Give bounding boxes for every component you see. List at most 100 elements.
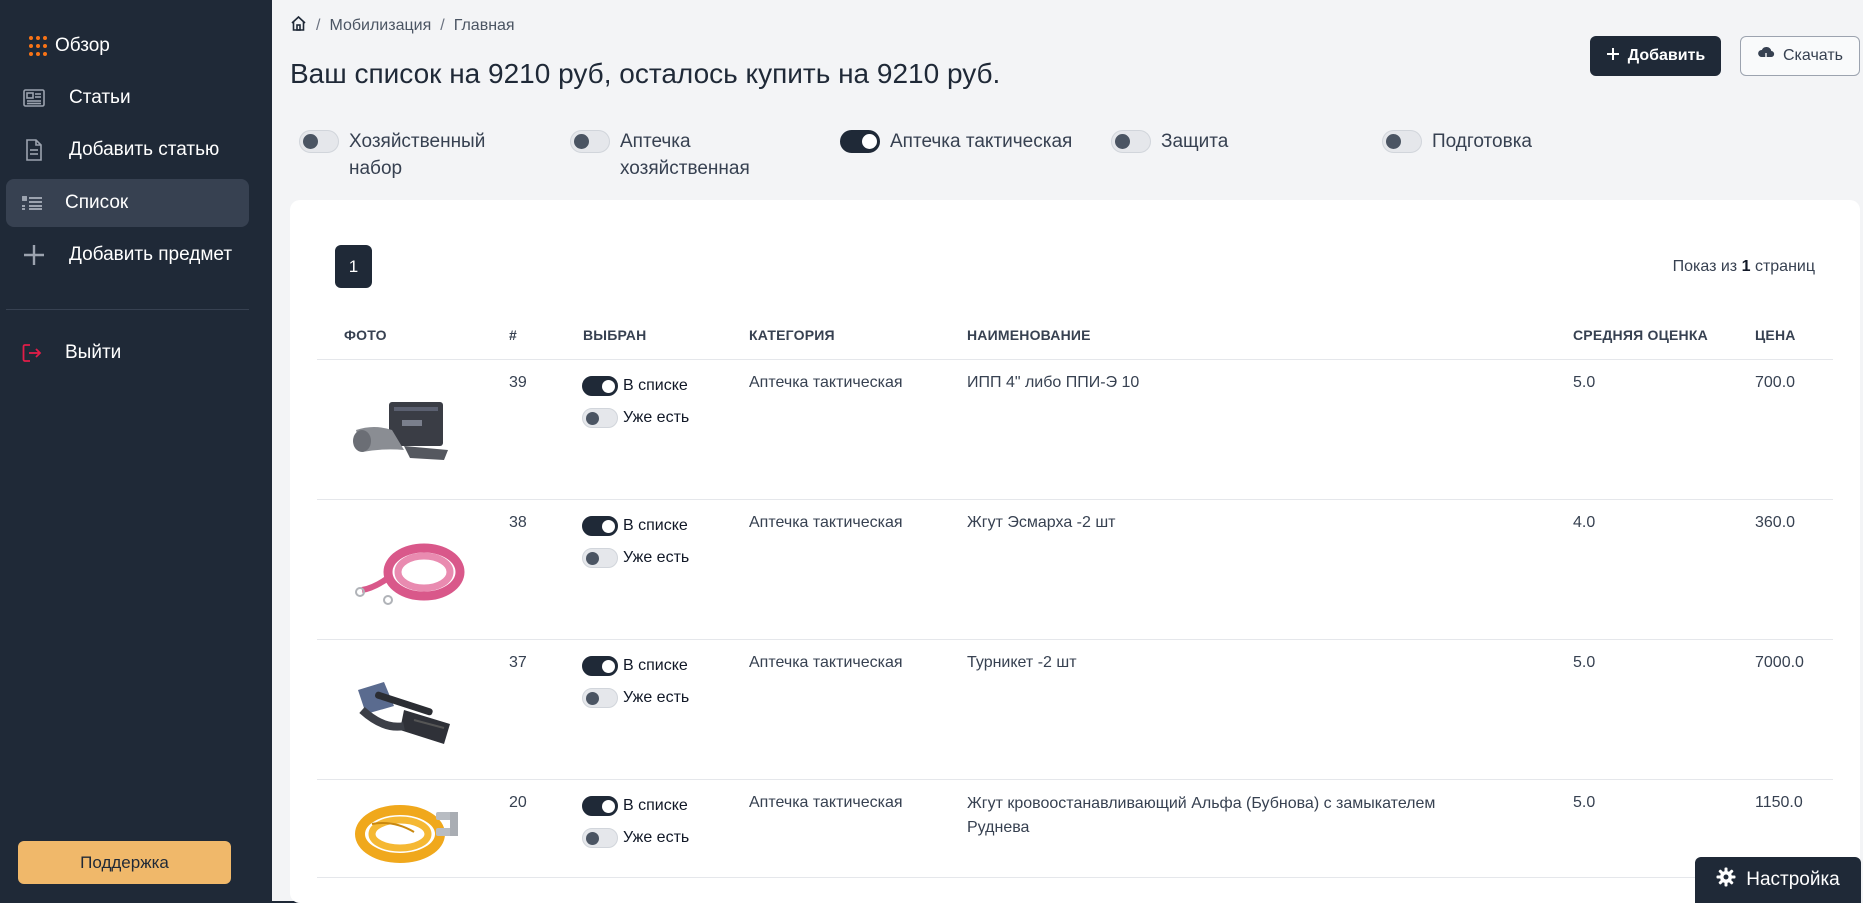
pagination-info-count: 1	[1741, 258, 1751, 275]
breadcrumb-item-main: Главная	[453, 17, 515, 34]
item-rating: 5.0	[1573, 654, 1596, 671]
in-list-label: В списке	[623, 797, 688, 814]
column-header-rating[interactable]: СРЕДНЯЯ ОЦЕНКА	[1573, 327, 1708, 343]
column-header-name[interactable]: НАИМЕНОВАНИЕ	[967, 327, 1091, 343]
items-card: 1 Показ из 1 страниц ФОТО # ВЫБРАН КАТЕГ…	[290, 200, 1860, 903]
item-id: 38	[509, 514, 527, 531]
in-list-toggle-group[interactable]: В списке	[582, 376, 688, 396]
table-row: 20 В списке Уже есть Аптечка тактическая…	[290, 780, 1860, 903]
column-header-price[interactable]: ЦЕНА	[1755, 327, 1796, 343]
item-name[interactable]: Жгут кровоостанавливающий Альфа (Бубнова…	[967, 792, 1435, 840]
item-price: 700.0	[1755, 374, 1796, 391]
in-list-toggle[interactable]	[582, 376, 618, 396]
item-price: 360.0	[1755, 514, 1796, 531]
sidebar-item-label: Список	[65, 192, 129, 213]
add-button-label: Добавить	[1627, 47, 1706, 64]
item-name[interactable]: Турникет -2 шт	[967, 654, 1077, 672]
support-button[interactable]: Поддержка	[18, 841, 231, 884]
filter-label: Хозяйственный	[349, 131, 486, 152]
filter-toggle[interactable]	[299, 130, 339, 153]
have-label: Уже есть	[623, 549, 690, 566]
sidebar-item-add-article[interactable]: Добавить статью	[6, 126, 249, 174]
table-row: 38 В списке Уже есть Аптечка тактическая…	[290, 500, 1860, 640]
gear-icon	[1716, 867, 1736, 893]
item-category: Аптечка тактическая	[749, 654, 903, 671]
plus-icon	[1606, 47, 1620, 66]
item-name[interactable]: ИПП 4" либо ППИ-Э 10	[967, 374, 1139, 392]
in-list-toggle[interactable]	[582, 656, 618, 676]
in-list-toggle-group[interactable]: В списке	[582, 656, 688, 676]
home-icon[interactable]	[290, 15, 307, 37]
item-photo	[344, 794, 474, 874]
have-toggle-group[interactable]: Уже есть	[582, 688, 689, 708]
item-rating: 5.0	[1573, 374, 1596, 391]
item-category: Аптечка тактическая	[749, 374, 903, 391]
filter-protection[interactable]: Защита	[1111, 128, 1228, 155]
filter-label: Аптечка тактическая	[890, 131, 1073, 152]
item-category: Аптечка тактическая	[749, 514, 903, 531]
item-price: 7000.0	[1755, 654, 1804, 671]
filter-label: набор	[349, 158, 403, 179]
column-header-category[interactable]: КАТЕГОРИЯ	[749, 327, 835, 343]
sidebar-item-label: Обзор	[55, 35, 110, 56]
settings-button[interactable]: Настройка	[1695, 857, 1861, 903]
sidebar-item-logout[interactable]: Выйти	[6, 329, 249, 377]
filter-household-set[interactable]: Хозяйственный набор	[299, 128, 485, 182]
filter-label: Аптечка	[620, 131, 691, 152]
settings-button-label: Настройка	[1746, 869, 1840, 890]
sidebar-item-overview[interactable]: Обзор	[6, 22, 249, 70]
list-icon	[20, 191, 44, 215]
sidebar-item-label: Выйти	[65, 342, 122, 363]
item-id: 20	[509, 794, 527, 811]
page-title: Ваш список на 9210 руб, осталось купить …	[290, 58, 1001, 89]
item-id: 37	[509, 654, 527, 671]
have-toggle[interactable]	[582, 688, 618, 708]
item-name[interactable]: Жгут Эсмарха -2 шт	[967, 514, 1116, 532]
in-list-toggle-group[interactable]: В списке	[582, 796, 688, 816]
add-button[interactable]: Добавить	[1590, 36, 1721, 76]
pagination-info-suffix: страниц	[1754, 258, 1815, 275]
filter-toggle[interactable]	[1382, 130, 1422, 153]
have-toggle[interactable]	[582, 828, 618, 848]
pagination-page-button[interactable]: 1	[335, 245, 372, 288]
sidebar: Обзор Статьи Добавить статью Список Доба…	[0, 0, 272, 903]
document-icon	[22, 138, 46, 162]
have-toggle-group[interactable]: Уже есть	[582, 548, 689, 568]
breadcrumb: / Мобилизация / Главная	[290, 15, 515, 37]
sidebar-item-label: Статьи	[69, 87, 131, 108]
table-row: 39 В списке Уже есть Аптечка тактическая…	[290, 360, 1860, 500]
item-price: 1150.0	[1755, 794, 1803, 811]
item-category: Аптечка тактическая	[749, 794, 903, 811]
in-list-toggle-group[interactable]: В списке	[582, 516, 688, 536]
have-toggle-group[interactable]: Уже есть	[582, 408, 689, 428]
filter-toggle[interactable]	[1111, 130, 1151, 153]
download-button[interactable]: Скачать	[1740, 36, 1860, 76]
have-toggle[interactable]	[582, 548, 618, 568]
item-rating: 4.0	[1573, 514, 1596, 531]
have-toggle-group[interactable]: Уже есть	[582, 828, 689, 848]
breadcrumb-item-mobilization[interactable]: Мобилизация	[329, 17, 431, 35]
column-header-id[interactable]: #	[509, 327, 517, 343]
filter-toggle[interactable]	[570, 130, 610, 153]
filter-preparation[interactable]: Подготовка	[1382, 128, 1532, 155]
logout-icon	[20, 341, 44, 365]
cloud-download-icon	[1757, 46, 1775, 67]
have-toggle[interactable]	[582, 408, 618, 428]
item-photo	[344, 670, 474, 750]
in-list-toggle[interactable]	[582, 516, 618, 536]
item-id: 39	[509, 374, 527, 391]
table-row: 37 В списке Уже есть Аптечка тактическая…	[290, 640, 1860, 780]
item-rating: 5.0	[1573, 794, 1596, 811]
filter-first-aid-household[interactable]: Аптечка хозяйственная	[570, 128, 750, 182]
filter-first-aid-tactical[interactable]: Аптечка тактическая	[840, 128, 1072, 155]
newspaper-icon	[22, 86, 46, 110]
in-list-label: В списке	[623, 517, 688, 534]
download-button-label: Скачать	[1783, 47, 1843, 64]
filter-toggle[interactable]	[840, 130, 880, 153]
in-list-toggle[interactable]	[582, 796, 618, 816]
sidebar-item-articles[interactable]: Статьи	[6, 74, 249, 122]
sidebar-item-list[interactable]: Список	[6, 179, 249, 227]
sidebar-item-add-item[interactable]: Добавить предмет	[6, 231, 249, 279]
column-header-selected[interactable]: ВЫБРАН	[583, 327, 646, 343]
pagination-info-prefix: Показ из	[1672, 258, 1738, 275]
